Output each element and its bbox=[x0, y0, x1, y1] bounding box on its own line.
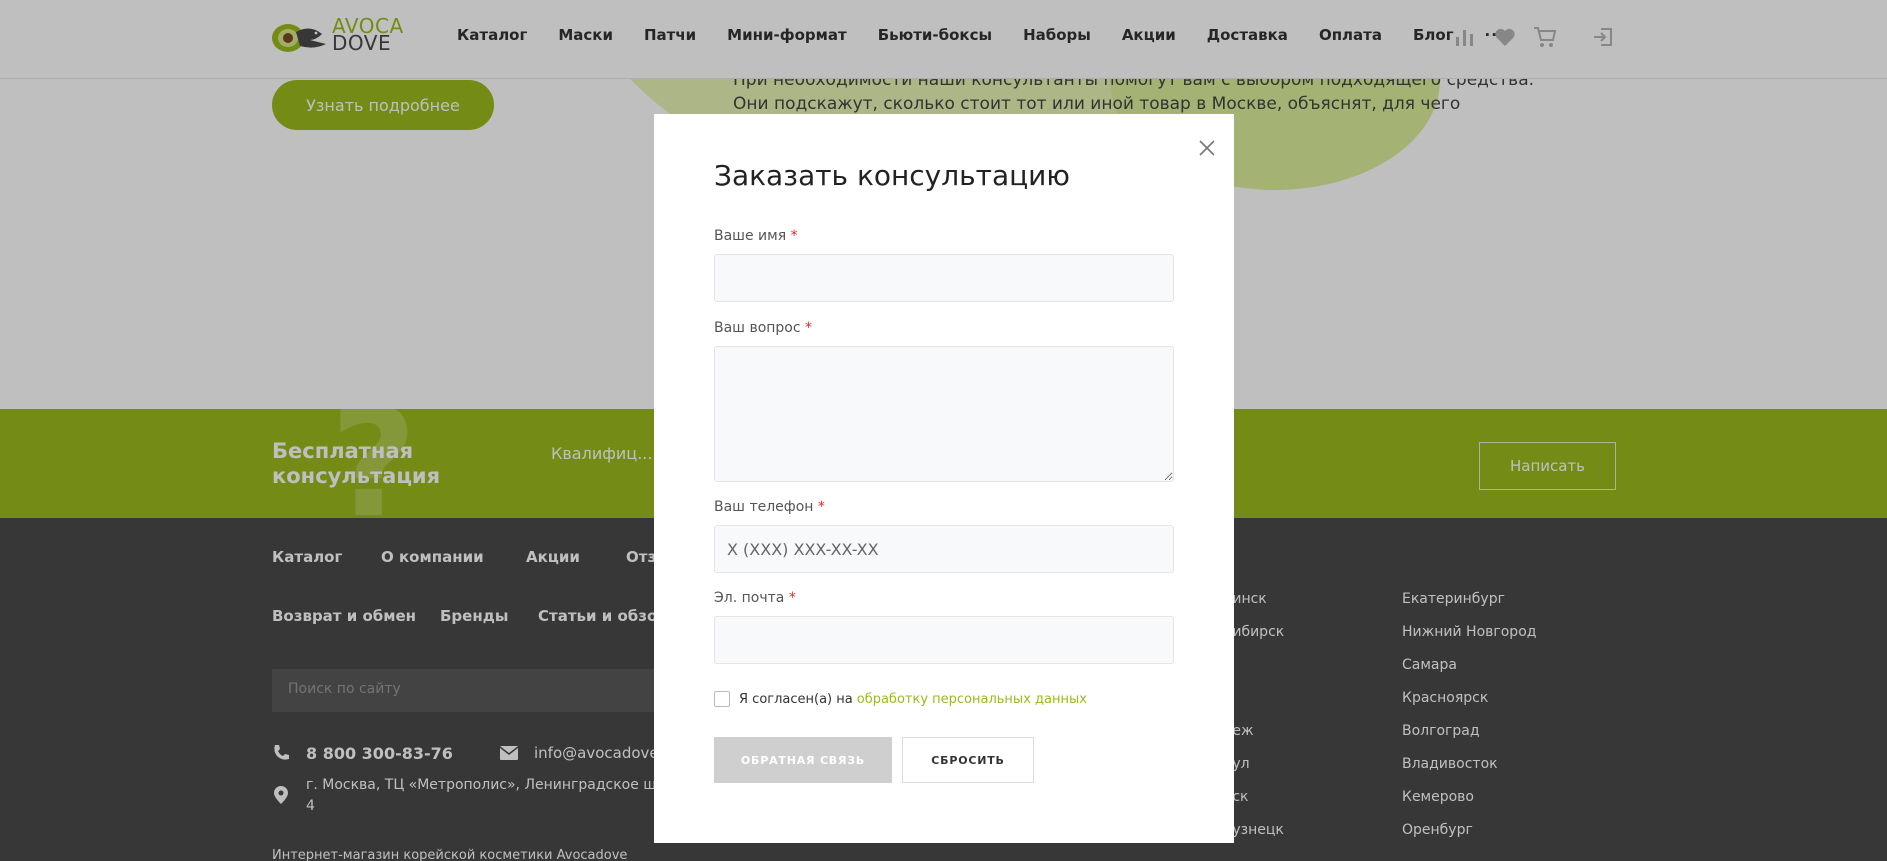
reset-button[interactable]: СБРОСИТЬ bbox=[902, 737, 1034, 783]
consent-row: Я согласен(а) на обработку персональных … bbox=[714, 691, 1087, 707]
phone-label: Ваш телефон * bbox=[714, 499, 825, 515]
required-mark: * bbox=[790, 228, 798, 244]
email-label: Эл. почта * bbox=[714, 590, 796, 606]
phone-input[interactable] bbox=[714, 525, 1174, 573]
name-label-text: Ваше имя bbox=[714, 228, 787, 244]
required-mark: * bbox=[788, 590, 796, 606]
personal-data-link[interactable]: обработку персональных данных bbox=[857, 692, 1087, 707]
feedback-submit-button[interactable]: ОБРАТНАЯ СВЯЗЬ bbox=[714, 737, 892, 783]
name-label: Ваше имя * bbox=[714, 228, 798, 244]
consent-text: Я согласен(а) на bbox=[739, 691, 853, 707]
email-label-text: Эл. почта bbox=[714, 590, 785, 606]
question-label: Ваш вопрос * bbox=[714, 320, 812, 336]
consent-checkbox[interactable] bbox=[714, 691, 730, 707]
question-textarea[interactable] bbox=[714, 346, 1174, 482]
close-modal-button[interactable] bbox=[1195, 136, 1219, 160]
phone-label-text: Ваш телефон bbox=[714, 499, 814, 515]
modal-title: Заказать консультацию bbox=[714, 159, 1070, 192]
email-input[interactable] bbox=[714, 616, 1174, 664]
consultation-modal: Заказать консультацию Ваше имя * Ваш воп… bbox=[654, 114, 1234, 843]
required-mark: * bbox=[817, 499, 825, 515]
question-label-text: Ваш вопрос bbox=[714, 320, 801, 336]
close-icon bbox=[1199, 140, 1215, 156]
name-input[interactable] bbox=[714, 254, 1174, 302]
required-mark: * bbox=[805, 320, 813, 336]
